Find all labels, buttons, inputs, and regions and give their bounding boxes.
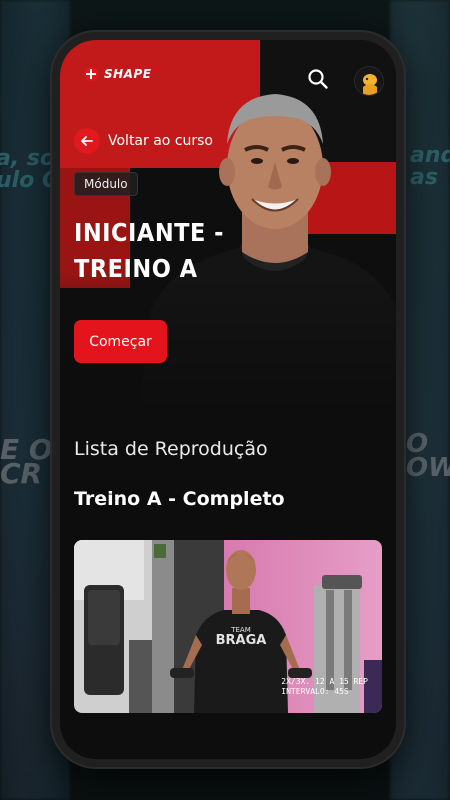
video-thumbnail[interactable]: TEAM BRAGA 2X/3X. 12 A 15 REP INTERVALO:… (74, 540, 382, 713)
user-avatar[interactable] (354, 66, 384, 96)
background-text-right: ando as (410, 143, 450, 190)
page-title: INICIANTE - TREINO A (74, 218, 225, 283)
brand-logo: SHAPE (82, 66, 151, 82)
background-text-right-lower: O OW (406, 429, 450, 483)
search-button[interactable] (307, 68, 329, 90)
thumbnail-overlay-sets: 2X/3X. 12 A 15 REP (281, 677, 368, 686)
brand-mark-icon (84, 67, 98, 81)
thumbnail-overlay: 2X/3X. 12 A 15 REP INTERVALO: 45S (281, 677, 368, 697)
back-button[interactable] (74, 128, 100, 154)
playlist-heading: Lista de Reprodução (74, 438, 268, 460)
video-title[interactable]: Treino A - Completo (74, 488, 285, 510)
module-tag: Módulo (74, 172, 138, 196)
app-screen: SHAPE Voltar ao curso Módulo INICIANTE -… (60, 40, 396, 759)
avatar-icon (355, 67, 383, 95)
start-button[interactable]: Começar (74, 320, 167, 363)
phone-frame: SHAPE Voltar ao curso Módulo INICIANTE -… (52, 32, 404, 767)
thumbnail-overlay-interval: INTERVALO: 45S (281, 687, 349, 696)
back-to-course-link[interactable]: Voltar ao curso (74, 128, 213, 154)
search-icon (308, 69, 328, 89)
back-label: Voltar ao curso (108, 133, 213, 149)
arrow-left-icon (81, 136, 93, 146)
brand-name: SHAPE (104, 67, 152, 81)
thumb-shirt-brand: BRAGA (216, 633, 267, 648)
